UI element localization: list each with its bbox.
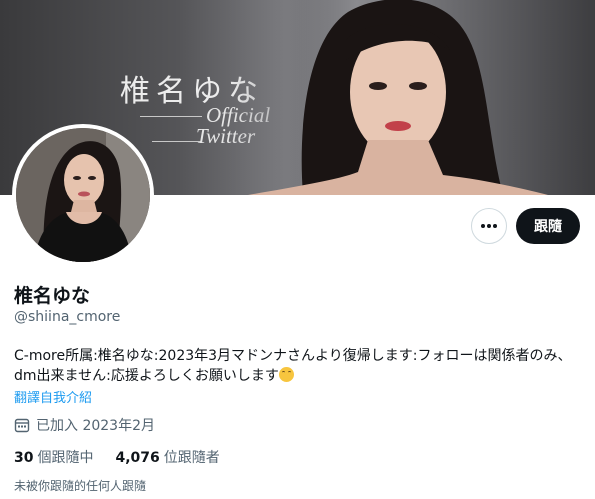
avatar-photo <box>16 128 150 262</box>
banner-divider <box>152 141 202 142</box>
profile-bio: C-more所属:椎名ゆな:2023年3月マドンナさんより復帰します:フォローは… <box>14 346 579 386</box>
joined-date: 已加入 2023年2月 <box>14 415 155 435</box>
following-count: 30 <box>14 450 34 466</box>
followed-by-note: 未被你跟隨的任何人跟隨 <box>14 479 147 493</box>
follow-stats: 30 個跟隨中 4,076 位跟隨者 <box>14 447 220 467</box>
profile-avatar[interactable] <box>12 124 154 266</box>
following-link[interactable]: 30 個跟隨中 <box>14 447 93 467</box>
joined-text: 已加入 2023年2月 <box>36 418 155 434</box>
more-options-button[interactable] <box>471 208 507 244</box>
banner-divider <box>140 116 202 117</box>
followers-count: 4,076 <box>115 450 160 466</box>
calendar-icon <box>14 418 30 433</box>
followers-link[interactable]: 4,076 位跟隨者 <box>115 447 219 467</box>
profile-handle: @shiina_cmore <box>14 309 121 325</box>
following-label: 個跟隨中 <box>37 450 94 466</box>
follow-button[interactable]: 跟隨 <box>516 208 580 244</box>
banner-portrait-photo <box>228 0 595 195</box>
profile-name: 椎名ゆな <box>14 285 91 307</box>
smiling-face-emoji <box>278 367 294 382</box>
more-dots-icon <box>481 224 497 228</box>
translate-bio-link[interactable]: 翻譯自我介紹 <box>14 387 92 406</box>
followers-label: 位跟隨者 <box>163 450 220 466</box>
